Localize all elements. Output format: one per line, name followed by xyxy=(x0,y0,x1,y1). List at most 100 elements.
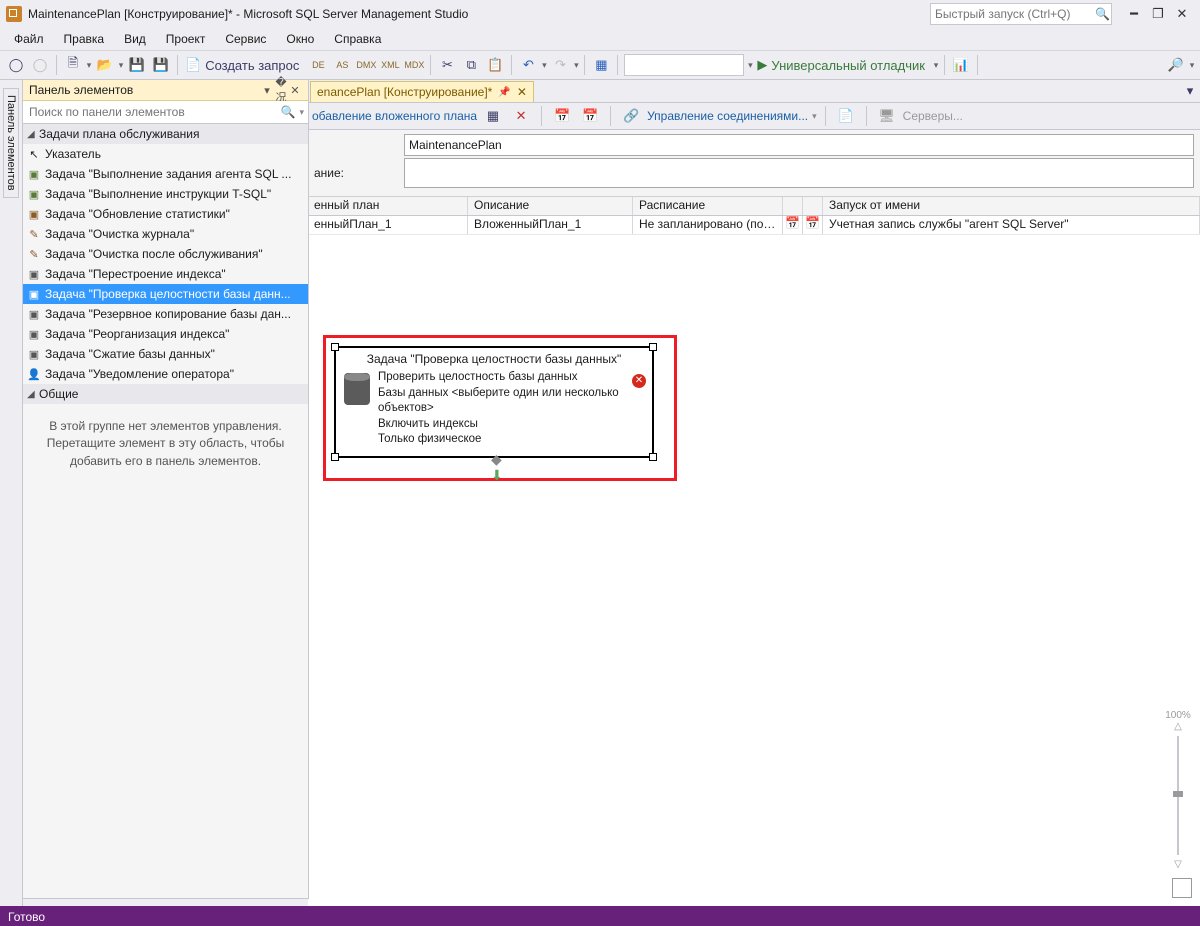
add-subplan-button[interactable]: обавление вложенного плана xyxy=(312,109,477,123)
script-dmx-icon[interactable]: DМХ xyxy=(355,54,377,76)
pin-icon[interactable]: 📌 xyxy=(498,87,510,98)
toolbox-item-reorganize-index[interactable]: ▣Задача "Реорганизация индекса" xyxy=(23,324,308,344)
toolbox-item-pointer[interactable]: ↖Указатель xyxy=(23,144,308,164)
toolbox-group-maintenance[interactable]: ◢Задачи плана обслуживания xyxy=(23,124,308,144)
resize-handle[interactable] xyxy=(649,343,657,351)
cell-schedule-button[interactable]: 📅 xyxy=(783,216,803,234)
dropdown-icon[interactable]: ▾ xyxy=(1188,60,1196,71)
zoom-track[interactable] xyxy=(1177,736,1179,855)
activity-monitor-icon[interactable]: 📊 xyxy=(950,54,972,76)
schedule-icon[interactable]: 📅 xyxy=(551,105,573,127)
zoom-in-icon[interactable]: △ xyxy=(1174,721,1182,732)
cell-subplan[interactable]: енныйПлан_1 xyxy=(308,216,468,234)
zoom-out-icon[interactable]: ▽ xyxy=(1174,859,1182,870)
dropdown-icon[interactable]: ▾ xyxy=(295,107,304,118)
toolbox-item-notify-operator[interactable]: 👤Задача "Уведомление оператора" xyxy=(23,364,308,384)
dropdown-icon[interactable]: ▾ xyxy=(85,60,93,71)
resize-handle[interactable] xyxy=(331,343,339,351)
script-xmla-icon[interactable]: XML xyxy=(379,54,401,76)
script-de-icon[interactable]: DE xyxy=(307,54,329,76)
dropdown-icon[interactable]: ▾ xyxy=(572,60,580,71)
dropdown-icon[interactable]: ▾ xyxy=(932,60,940,71)
find-icon[interactable]: 🔎 xyxy=(1165,54,1187,76)
flow-arrow-icon[interactable]: ⬇ xyxy=(491,467,503,484)
plan-desc-field[interactable] xyxy=(404,158,1194,188)
toolbox-search-input[interactable] xyxy=(27,104,281,120)
toolbox-item-agent-job[interactable]: ▣Задача "Выполнение задания агента SQL .… xyxy=(23,164,308,184)
task-check-integrity[interactable]: Задача "Проверка целостности базы данных… xyxy=(334,346,654,458)
toolbox-item-backup[interactable]: ▣Задача "Резервное копирование базы дан.… xyxy=(23,304,308,324)
quick-launch[interactable]: 🔍 xyxy=(930,3,1112,25)
script-as-icon[interactable]: AS xyxy=(331,54,353,76)
col-description[interactable]: Описание xyxy=(468,197,633,215)
reporting-icon[interactable]: 📄 xyxy=(835,105,857,127)
search-icon[interactable]: 🔍 xyxy=(281,105,296,119)
dropdown-icon[interactable]: ▾ xyxy=(540,60,548,71)
delete-subplan-icon[interactable]: ✕ xyxy=(510,105,532,127)
cut-icon[interactable]: ✂ xyxy=(436,54,458,76)
cell-description[interactable]: ВложенныйПлан_1 xyxy=(468,216,633,234)
side-tab-toolbox[interactable]: Панель элементов xyxy=(3,88,19,198)
remove-schedule-icon[interactable]: 📅 xyxy=(579,105,601,127)
toolbox-item-tsql[interactable]: ▣Задача "Выполнение инструкции T-SQL" xyxy=(23,184,308,204)
zoom-slider[interactable]: 100% △ ▽ xyxy=(1166,710,1190,870)
undo-icon[interactable]: ↶ xyxy=(517,54,539,76)
close-icon[interactable]: ✕ xyxy=(1170,6,1194,22)
toolbox-item-rebuild-index[interactable]: ▣Задача "Перестроение индекса" xyxy=(23,264,308,284)
dropdown-icon[interactable]: ▾ xyxy=(746,60,754,71)
debugger-button[interactable]: ▶Универсальный отладчик xyxy=(755,54,931,76)
copy-icon[interactable]: ⧉ xyxy=(460,54,482,76)
cell-runas[interactable]: Учетная запись службы "агент SQL Server" xyxy=(823,216,1200,234)
save-all-icon[interactable]: 💾 xyxy=(150,54,172,76)
menu-window[interactable]: Окно xyxy=(278,30,322,48)
toolbox-item-maintenance-cleanup[interactable]: ✎Задача "Очистка после обслуживания" xyxy=(23,244,308,264)
menu-service[interactable]: Сервис xyxy=(217,30,274,48)
menu-file[interactable]: Файл xyxy=(6,30,52,48)
servers-button[interactable]: Серверы... xyxy=(903,109,963,123)
active-files-dropdown-icon[interactable]: ▾ xyxy=(1181,80,1199,102)
zoom-thumb[interactable] xyxy=(1173,791,1183,797)
new-query-button[interactable]: 📄Создать запрос xyxy=(183,54,305,76)
cell-remove-schedule-button[interactable]: 📅 xyxy=(803,216,823,234)
manage-connections-button[interactable]: Управление соединениями... xyxy=(647,109,808,123)
col-runas[interactable]: Запуск от имени xyxy=(823,197,1200,215)
quick-launch-input[interactable] xyxy=(931,7,1094,21)
close-tab-icon[interactable]: ✕ xyxy=(517,85,527,99)
nav-back-icon[interactable]: ◯ xyxy=(5,54,27,76)
resize-handle[interactable] xyxy=(649,453,657,461)
redo-icon[interactable]: ↷ xyxy=(549,54,571,76)
flow-connector-icon[interactable]: ◆ xyxy=(491,451,502,468)
window-position-icon[interactable]: ▾ xyxy=(260,84,274,97)
plan-name-field[interactable]: MaintenancePlan xyxy=(404,134,1194,156)
new-project-icon[interactable]: 🗎 xyxy=(62,54,84,76)
cell-schedule[interactable]: Не запланировано (по з… xyxy=(633,216,783,234)
menu-edit[interactable]: Правка xyxy=(56,30,113,48)
minimize-icon[interactable]: ━ xyxy=(1122,6,1146,22)
subplan-row[interactable]: енныйПлан_1 ВложенныйПлан_1 Не запланиро… xyxy=(308,216,1200,235)
servers-icon[interactable]: 🖥 xyxy=(876,105,898,127)
toolbox-search[interactable]: 🔍 ▾ xyxy=(23,101,308,124)
zoom-to-fit-icon[interactable] xyxy=(1172,878,1192,898)
toolbox-item-update-stats[interactable]: ▣Задача "Обновление статистики" xyxy=(23,204,308,224)
menu-help[interactable]: Справка xyxy=(326,30,389,48)
dropdown-icon[interactable]: ▾ xyxy=(117,60,125,71)
designer-canvas[interactable]: Задача "Проверка целостности базы данных… xyxy=(308,235,1200,906)
dropdown-icon[interactable]: ▾ xyxy=(812,111,817,122)
error-icon[interactable]: ✕ xyxy=(632,374,646,388)
toolbox-group-general[interactable]: ◢Общие xyxy=(23,384,308,404)
toolbox-item-check-integrity[interactable]: ▣Задача "Проверка целостности базы данн.… xyxy=(23,284,308,304)
restore-icon[interactable]: ❐ xyxy=(1146,6,1170,22)
paste-icon[interactable]: 📋 xyxy=(484,54,506,76)
close-panel-icon[interactable]: ✕ xyxy=(288,84,302,97)
resize-handle[interactable] xyxy=(331,453,339,461)
menu-view[interactable]: Вид xyxy=(116,30,154,48)
properties-icon[interactable]: ▦ xyxy=(590,54,612,76)
connections-icon[interactable]: 🔗 xyxy=(620,105,642,127)
search-icon[interactable]: 🔍 xyxy=(1094,7,1111,21)
menu-project[interactable]: Проект xyxy=(158,30,214,48)
subplan-props-icon[interactable]: ▦ xyxy=(482,105,504,127)
open-icon[interactable]: 📂 xyxy=(94,54,116,76)
save-icon[interactable]: 💾 xyxy=(126,54,148,76)
toolbox-item-shrink-db[interactable]: ▣Задача "Сжатие базы данных" xyxy=(23,344,308,364)
script-mdx-icon[interactable]: МDХ xyxy=(403,54,425,76)
